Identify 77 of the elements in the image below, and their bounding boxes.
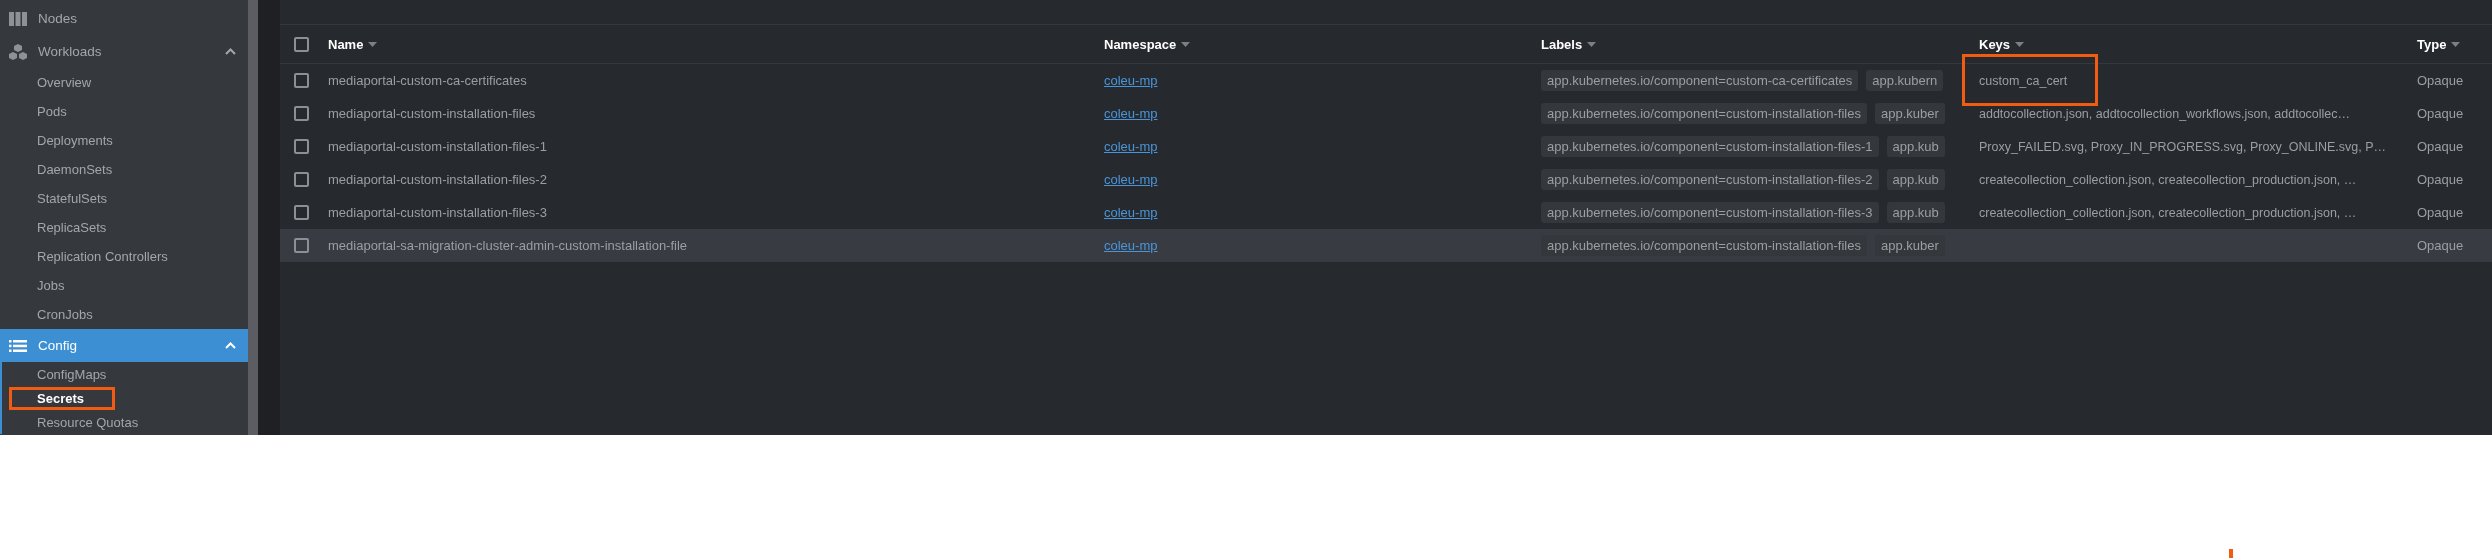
- label-chip: app.kuber: [1875, 103, 1945, 124]
- column-header[interactable]: Labels: [1541, 36, 1597, 52]
- sort-caret-icon: [2451, 41, 2461, 47]
- label-chip: app.kub: [1886, 202, 1945, 223]
- label-chip: app.kubernetes.io/component=custom-installation-files-2: [1541, 169, 1879, 190]
- sidebar-item[interactable]: Nodes: [0, 2, 248, 35]
- sidebar-subitem[interactable]: Jobs: [9, 274, 96, 297]
- sidebar-subitem[interactable]: CronJobs: [9, 303, 124, 326]
- type-text: Opaque: [2417, 73, 2464, 88]
- label-chip: app.kubernetes.io/component=custom-installation-files: [1541, 103, 1867, 124]
- cubes-icon: [9, 43, 27, 60]
- server-icon: [9, 11, 27, 26]
- row-checkbox[interactable]: [294, 73, 309, 88]
- namespace-link[interactable]: coleu-mp: [1104, 139, 1158, 154]
- table-row[interactable]: mediaportal-sa-migration-cluster-admin-custom-installation-file coleu-mp app.kubernetes.io/component=custom-installation-files app.kuber Opaque: [280, 229, 2492, 262]
- sidebar-subitem[interactable]: Secrets: [9, 386, 115, 410]
- table-row[interactable]: mediaportal-custom-installation-files-1 coleu-mp app.kubernetes.io/component=custom-installation-files-1 app.kub Proxy_FAILED.svg, Proxy_IN_PROGRESS.svg, Proxy_ONLINE.svg, P… Opaque: [280, 130, 2492, 163]
- label-chip: app.kubernetes.io/component=custom-installation-files-3: [1541, 202, 1879, 223]
- type-text: Opaque: [2417, 172, 2464, 187]
- label-chip: app.kuber: [1875, 235, 1945, 256]
- type-text: Opaque: [2417, 106, 2464, 121]
- keys-text: createcollection_collection.json, createcollection_production.json, …: [1979, 172, 2357, 187]
- column-header[interactable]: Keys: [1979, 36, 2025, 52]
- sidebar-subitem[interactable]: Pods: [9, 100, 98, 123]
- table-row[interactable]: mediaportal-custom-installation-files-3 coleu-mp app.kubernetes.io/component=custom-installation-files-3 app.kub createcollection_collection.json, createcollection_production.json, … Opaque: [280, 196, 2492, 229]
- row-checkbox[interactable]: [294, 238, 309, 253]
- table-row[interactable]: mediaportal-custom-installation-files coleu-mp app.kubernetes.io/component=custom-installation-files app.kuber addtocollection.json, addtocollection_workflows.json, addtocollec… Opaque: [280, 97, 2492, 130]
- secret-name: mediaportal-sa-migration-cluster-admin-custom-installation-file: [328, 238, 688, 253]
- scrollbar[interactable]: [248, 0, 258, 435]
- column-header[interactable]: Name: [328, 36, 378, 52]
- sort-caret-icon: [2015, 41, 2025, 47]
- label-chip: app.kubernetes.io/component=custom-installation-files-1: [1541, 136, 1879, 157]
- sidebar-subitem[interactable]: Replication Controllers: [9, 245, 199, 268]
- row-checkbox[interactable]: [294, 205, 309, 220]
- label-chip: app.kub: [1886, 136, 1945, 157]
- label-chip: app.kub: [1886, 169, 1945, 190]
- namespace-link[interactable]: coleu-mp: [1104, 73, 1158, 88]
- sidebar-subitem[interactable]: ConfigMaps: [9, 362, 138, 386]
- secret-name: mediaportal-custom-installation-files-2: [328, 172, 547, 187]
- column-header[interactable]: Namespace: [1104, 36, 1191, 52]
- sidebar-item[interactable]: Config: [0, 329, 248, 362]
- secret-name: mediaportal-custom-installation-files-1: [328, 139, 547, 154]
- sort-caret-icon: [1587, 41, 1597, 47]
- sort-caret-icon: [1181, 41, 1191, 47]
- label-chip: app.kubern: [1866, 70, 1944, 91]
- namespace-link[interactable]: coleu-mp: [1104, 205, 1158, 220]
- column-header[interactable]: Type: [2417, 36, 2461, 52]
- secret-name: mediaportal-custom-installation-files-3: [328, 205, 547, 220]
- select-all-checkbox[interactable]: [294, 36, 309, 52]
- secret-name: mediaportal-custom-installation-files: [328, 106, 536, 121]
- sidebar-subitem[interactable]: StatefulSets: [9, 187, 139, 210]
- keys-text: Proxy_FAILED.svg, Proxy_IN_PROGRESS.svg, Proxy_ONLINE.svg, P…: [1979, 139, 2387, 154]
- namespace-link[interactable]: coleu-mp: [1104, 172, 1158, 187]
- sidebar-subitem[interactable]: Overview: [9, 71, 123, 94]
- type-text: Opaque: [2417, 205, 2464, 220]
- keys-text: createcollection_collection.json, createcollection_production.json, …: [1979, 205, 2357, 220]
- sidebar-subitem[interactable]: ReplicaSets: [9, 216, 138, 239]
- namespace-link[interactable]: coleu-mp: [1104, 106, 1158, 121]
- label-chip: app.kubernetes.io/component=custom-installation-files: [1541, 235, 1867, 256]
- type-text: Opaque: [2417, 238, 2464, 253]
- row-checkbox[interactable]: [294, 139, 309, 154]
- sort-caret-icon: [368, 41, 378, 47]
- type-text: Opaque: [2417, 139, 2464, 154]
- sidebar-subitem[interactable]: Deployments: [9, 129, 144, 152]
- row-checkbox[interactable]: [294, 172, 309, 187]
- sidebar-subitem[interactable]: DaemonSets: [9, 158, 144, 181]
- row-checkbox[interactable]: [294, 106, 309, 121]
- keys-text: addtocollection.json, addtocollection_workflows.json, addtocollec…: [1979, 106, 2351, 121]
- sidebar-item[interactable]: Workloads: [0, 35, 248, 68]
- table-row[interactable]: mediaportal-custom-installation-files-2 coleu-mp app.kubernetes.io/component=custom-installation-files-2 app.kub createcollection_collection.json, createcollection_production.json, … Opaque: [280, 163, 2492, 196]
- label-chip: app.kubernetes.io/component=custom-ca-certificates: [1541, 70, 1859, 91]
- secret-name: mediaportal-custom-ca-certificates: [328, 73, 527, 88]
- list-icon: [9, 339, 27, 352]
- table-row[interactable]: mediaportal-custom-ca-certificates coleu-mp app.kubernetes.io/component=custom-ca-certificates app.kubern custom_ca_cert Opaque: [280, 64, 2492, 97]
- sidebar-subitem[interactable]: Resource Quotas: [9, 410, 170, 434]
- keys-text: custom_ca_cert: [1979, 73, 2068, 88]
- namespace-link[interactable]: coleu-mp: [1104, 238, 1158, 253]
